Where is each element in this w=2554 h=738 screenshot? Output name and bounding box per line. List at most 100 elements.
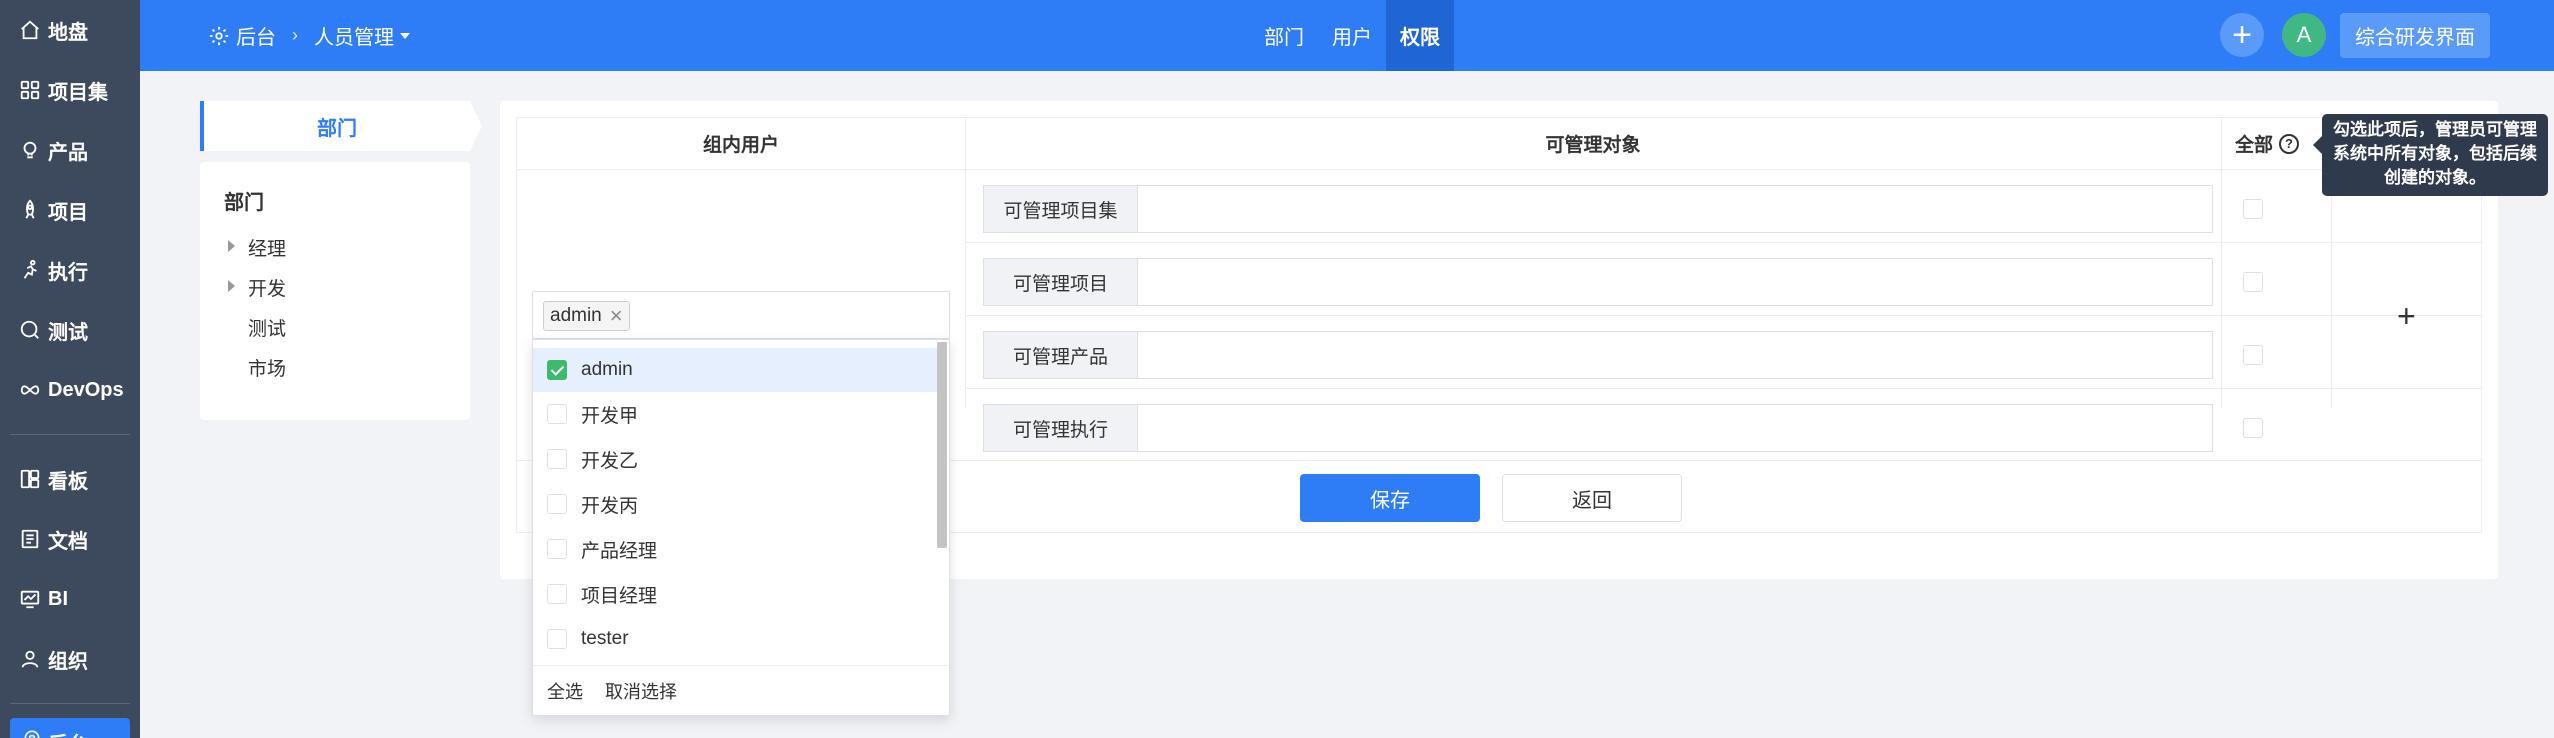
divider <box>2221 118 2222 408</box>
program-select-input[interactable] <box>1137 185 2213 233</box>
col-header-users: 组内用户 <box>517 118 965 170</box>
user-option[interactable]: 开发丙 <box>533 482 937 526</box>
nav-label: 执行 <box>48 261 88 284</box>
create-plus-button[interactable]: + <box>2220 13 2264 57</box>
monitor-icon <box>18 587 42 611</box>
nav-item-doc[interactable]: 文档 <box>0 509 140 569</box>
deselect-link[interactable]: 取消选择 <box>605 678 677 704</box>
nav-divider <box>10 703 130 704</box>
bulb-icon <box>18 138 42 162</box>
checkbox[interactable] <box>547 449 567 469</box>
user-select[interactable]: admin × <box>532 291 950 339</box>
divider <box>2331 170 2332 408</box>
divider <box>965 315 2483 316</box>
nav-divider <box>10 434 130 435</box>
tree-item-dev[interactable]: 开发 <box>248 274 286 301</box>
nav-label: 地盘 <box>48 21 88 44</box>
nav-item-program[interactable]: 项目集 <box>0 60 140 120</box>
col-header-objects: 可管理对象 <box>965 118 2221 170</box>
avatar[interactable]: A <box>2282 13 2326 57</box>
user-option[interactable]: 产品经理 <box>533 527 937 571</box>
run-icon <box>18 258 42 282</box>
expand-arrow-icon[interactable] <box>228 280 235 292</box>
dropdown-footer: 全选 取消选择 <box>533 665 949 715</box>
tab-user[interactable]: 用户 <box>1318 0 1386 71</box>
label-manage-project: 可管理项目 <box>983 258 1137 306</box>
dept-tree-title: 部门 <box>224 192 264 214</box>
label-manage-execution: 可管理执行 <box>983 404 1137 452</box>
dept-tab[interactable]: 部门 <box>200 101 482 151</box>
all-program-checkbox[interactable] <box>2243 199 2263 219</box>
user-option[interactable]: 开发甲 <box>533 392 937 436</box>
option-label: 开发丙 <box>581 495 639 517</box>
save-button[interactable]: 保存 <box>1300 474 1480 522</box>
dropdown-scrollbar[interactable] <box>937 342 947 548</box>
divider <box>965 118 966 408</box>
help-tooltip: 勾选此项后，管理员可管理系统中所有对象，包括后续创建的对象。 <box>2313 114 2548 196</box>
breadcrumb: 后台 › 人员管理 <box>208 0 410 71</box>
user-option[interactable]: 项目经理 <box>533 572 937 616</box>
all-execution-checkbox[interactable] <box>2243 418 2263 438</box>
expand-arrow-icon[interactable] <box>228 240 235 252</box>
execution-select-input[interactable] <box>1137 404 2213 452</box>
add-row-button[interactable]: + <box>2397 298 2416 335</box>
close-icon[interactable]: × <box>610 303 623 329</box>
select-all-link[interactable]: 全选 <box>547 678 583 704</box>
option-label: 开发甲 <box>581 405 639 427</box>
infinity-icon <box>18 378 42 402</box>
checkbox[interactable] <box>547 494 567 514</box>
option-label: 项目经理 <box>581 585 658 607</box>
nav-item-bi[interactable]: BI <box>0 569 140 629</box>
checkbox[interactable] <box>547 584 567 604</box>
tree-item-manager[interactable]: 经理 <box>248 234 286 261</box>
option-label: 产品经理 <box>581 540 658 562</box>
tab-permission[interactable]: 权限 <box>1386 0 1454 71</box>
option-label: 开发乙 <box>581 450 639 472</box>
nav-item-execution[interactable]: 执行 <box>0 240 140 300</box>
nav-item-test[interactable]: 测试 <box>0 300 140 360</box>
all-project-checkbox[interactable] <box>2243 272 2263 292</box>
home-icon <box>18 18 42 42</box>
nav-label: 组织 <box>48 650 88 673</box>
tag-label: admin <box>550 305 602 326</box>
caret-down-icon[interactable] <box>400 32 410 39</box>
nav-label: 测试 <box>48 321 88 344</box>
switch-view-button[interactable]: 综合研发界面 <box>2340 13 2490 58</box>
rocket-icon <box>18 198 42 222</box>
option-label: tester <box>581 628 629 649</box>
kanban-icon <box>18 467 42 491</box>
all-product-checkbox[interactable] <box>2243 345 2263 365</box>
tab-dept[interactable]: 部门 <box>1250 0 1318 71</box>
nav-label: 产品 <box>48 141 88 164</box>
nav-item-product[interactable]: 产品 <box>0 120 140 180</box>
nav-item-devops[interactable]: DevOps <box>0 360 140 420</box>
user-option[interactable]: tester <box>533 617 937 661</box>
sidebar: 地盘 项目集 产品 项目 执行 测试 DevOps 看板 文档 BI 组织 <box>0 0 140 738</box>
help-icon[interactable]: ? <box>2279 133 2300 154</box>
project-select-input[interactable] <box>1137 258 2213 306</box>
checkbox[interactable] <box>547 360 567 380</box>
test-icon <box>18 318 42 342</box>
chevron-right-icon: › <box>292 25 298 45</box>
breadcrumb-current[interactable]: 人员管理 <box>314 21 394 50</box>
nav-item-project[interactable]: 项目 <box>0 180 140 240</box>
product-select-input[interactable] <box>1137 331 2213 379</box>
nav-item-dashboard[interactable]: 地盘 <box>0 0 140 60</box>
user-option[interactable]: admin <box>533 348 937 392</box>
nav-label: 项目 <box>48 201 88 224</box>
nav-label: 项目集 <box>48 81 108 104</box>
nav-item-admin[interactable]: 后台 <box>10 718 130 738</box>
checkbox[interactable] <box>547 539 567 559</box>
tree-item-test[interactable]: 测试 <box>248 314 286 341</box>
gear-icon <box>22 728 42 738</box>
nav-item-kanban[interactable]: 看板 <box>0 449 140 509</box>
breadcrumb-home[interactable]: 后台 <box>236 21 276 50</box>
divider <box>965 388 2483 389</box>
tree-item-market[interactable]: 市场 <box>248 354 286 381</box>
checkbox[interactable] <box>547 404 567 424</box>
nav-item-org[interactable]: 组织 <box>0 629 140 689</box>
user-option[interactable]: 开发乙 <box>533 437 937 481</box>
back-button[interactable]: 返回 <box>1502 474 1682 522</box>
checkbox[interactable] <box>547 629 567 649</box>
doc-icon <box>18 527 42 551</box>
